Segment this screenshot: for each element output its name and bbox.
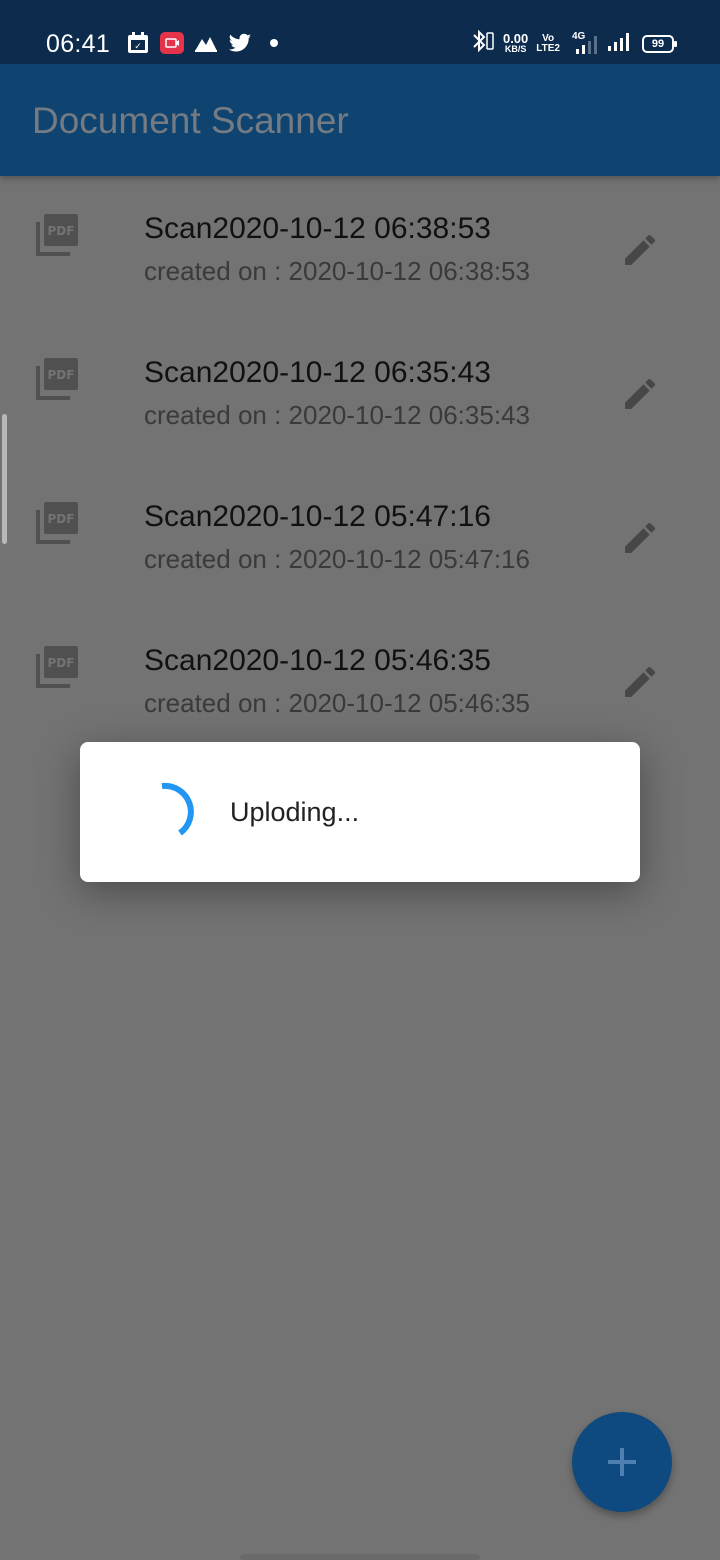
upload-message: Uploding... — [230, 797, 360, 827]
twitter-icon — [228, 32, 252, 54]
screen-record-icon — [160, 32, 184, 54]
list-item[interactable]: PDF Scan2020-10-12 06:38:53 created on :… — [0, 176, 720, 320]
net-speed: 0.00 KB/S — [503, 32, 528, 55]
plus-icon — [608, 1448, 636, 1476]
document-date: created on : 2020-10-12 06:38:53 — [144, 256, 530, 286]
app-title: Document Scanner — [32, 100, 349, 141]
svg-text:PDF: PDF — [48, 656, 75, 670]
document-date: created on : 2020-10-12 05:47:16 — [144, 544, 530, 574]
signal-4g: 4G — [568, 31, 598, 55]
list-item[interactable]: PDF Scan2020-10-12 05:46:35 created on :… — [0, 608, 720, 752]
list-item[interactable]: PDF Scan2020-10-12 06:35:43 created on :… — [0, 320, 720, 464]
edit-icon[interactable] — [620, 518, 660, 558]
pdf-icon: PDF — [36, 214, 78, 256]
signal-icon — [606, 30, 634, 57]
list-item[interactable]: PDF Scan2020-10-12 05:47:16 created on :… — [0, 464, 720, 608]
volte-indicator: Vo LTE2 — [536, 33, 560, 54]
status-time: 06:41 — [46, 30, 111, 58]
edit-icon[interactable] — [620, 230, 660, 270]
svg-text:✓: ✓ — [134, 42, 142, 52]
document-title: Scan2020-10-12 06:38:53 — [144, 212, 491, 245]
svg-text:PDF: PDF — [48, 368, 75, 382]
loading-spinner-icon — [161, 782, 194, 836]
edit-icon[interactable] — [620, 374, 660, 414]
pdf-icon: PDF — [36, 358, 78, 400]
add-document-button[interactable] — [572, 1412, 672, 1512]
status-bar: 06:41 ✓ 0.00 KB/S Vo LTE2 4G 99 — [0, 0, 720, 64]
app-bar: Document Scanner — [0, 64, 720, 176]
battery-icon: 99 — [642, 34, 677, 53]
document-date: created on : 2020-10-12 05:46:35 — [144, 688, 530, 718]
dot-icon — [262, 32, 286, 54]
svg-text:PDF: PDF — [48, 224, 75, 238]
svg-text:PDF: PDF — [48, 512, 75, 526]
calendar-icon: ✓ — [126, 32, 150, 54]
edit-icon[interactable] — [620, 662, 660, 702]
net-speed-unit: KB/S — [504, 43, 527, 54]
notification-icons: ✓ — [126, 32, 286, 54]
document-title: Scan2020-10-12 05:47:16 — [144, 500, 491, 533]
navigation-handle[interactable] — [240, 1554, 480, 1560]
bluetooth-icon — [469, 29, 495, 57]
status-right: 0.00 KB/S Vo LTE2 4G 99 — [469, 29, 677, 57]
document-title: Scan2020-10-12 06:35:43 — [144, 356, 491, 389]
pdf-icon: PDF — [36, 502, 78, 544]
pdf-icon: PDF — [36, 646, 78, 688]
document-title: Scan2020-10-12 05:46:35 — [144, 644, 491, 677]
document-date: created on : 2020-10-12 06:35:43 — [144, 400, 530, 430]
volte-sub-label: LTE2 — [536, 42, 560, 54]
document-list: PDF Scan2020-10-12 06:38:53 created on :… — [0, 176, 720, 752]
gallery-icon — [194, 32, 218, 54]
